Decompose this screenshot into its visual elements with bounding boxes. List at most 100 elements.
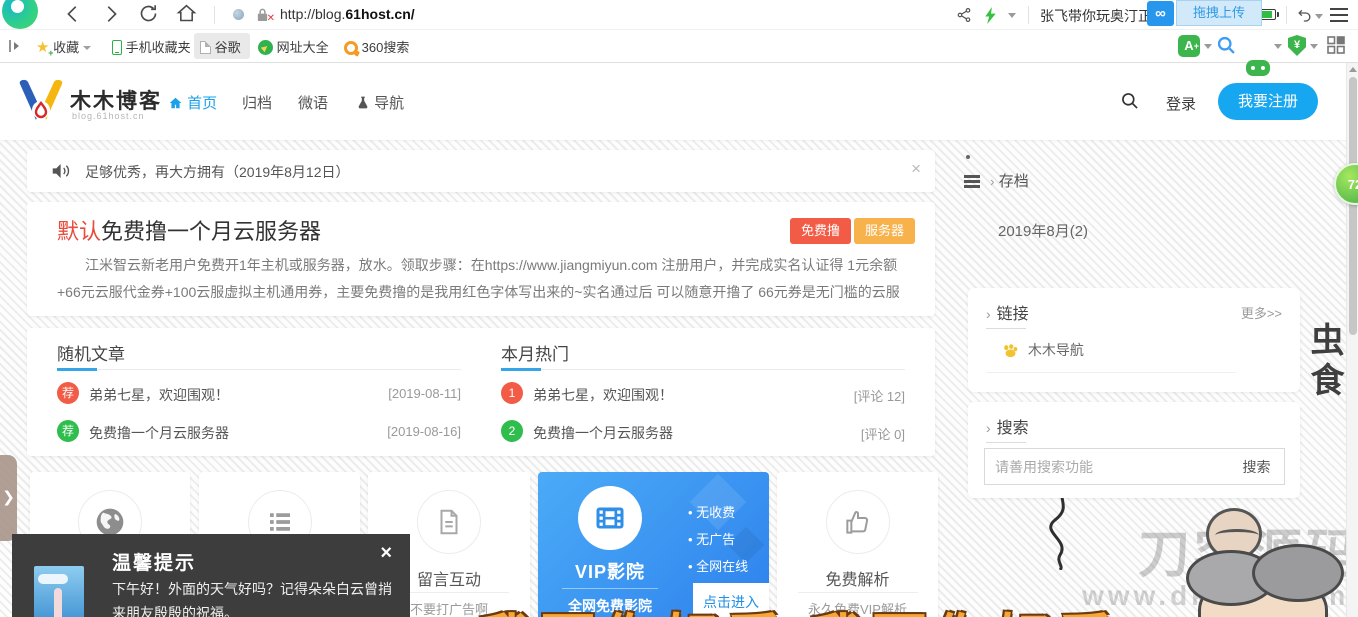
vip-title: VIP影院 (538, 558, 682, 584)
bookmark-favorites[interactable]: ★+ 收藏 (36, 37, 91, 57)
sidebar-bullet (966, 155, 970, 159)
vip-bullet: • 无收费 (688, 502, 735, 521)
scrollbar-thumb[interactable] (1349, 77, 1357, 335)
toolbar-divider (1028, 6, 1029, 24)
chevron-down-icon[interactable] (1008, 13, 1016, 18)
home-browser-icon[interactable] (176, 3, 197, 24)
search-toolbar-icon[interactable] (1216, 35, 1237, 56)
comment-count: [评论 12] (854, 386, 905, 405)
tag-server[interactable]: 服务器 (854, 218, 915, 244)
bookmark-360-search[interactable]: 360搜索 (344, 37, 409, 57)
archive-list-icon (964, 175, 980, 187)
post-date: [2019-08-11] (388, 386, 461, 401)
random-posts-title: 随机文章 (57, 340, 125, 365)
flask-icon (356, 95, 370, 110)
list-item[interactable]: 荐 弟弟七星，欢迎围观！ [2019-08-11] (57, 382, 461, 406)
nav-home[interactable]: 首页 (168, 92, 217, 113)
page-icon (200, 41, 211, 54)
site-favicon-dot[interactable] (233, 9, 244, 20)
toast-title: 温馨提示 (112, 548, 196, 575)
card-title: 免费解析 (777, 566, 938, 590)
site-header: 木木博客 blog.61host.cn 首页 归档 微语 导航 登录 我要注册 (0, 63, 1358, 140)
tag-free[interactable]: 免费撸 (790, 218, 851, 244)
links-widget: ›链接 更多>> 木木导航 (968, 288, 1300, 392)
side-panel-handle[interactable]: ❯ (0, 455, 17, 541)
article-title[interactable]: 默认免费撸一个月云服务器 (57, 214, 321, 246)
close-icon[interactable]: × (911, 159, 921, 179)
article-card: 默认免费撸一个月云服务器 免费撸 服务器 江米智云新老用户免费开1年主机或服务器… (27, 202, 935, 316)
promo-banner-text: 我要你好看 我要你好看 (478, 596, 1120, 617)
bookmarks-bar: ★+ 收藏 手机收藏夹 谷歌 网址大全 360搜索 A+ ¥ (0, 30, 1358, 63)
lightning-icon[interactable] (985, 7, 997, 24)
forward-icon[interactable] (100, 3, 122, 25)
card-divider (798, 592, 918, 593)
recommend-badge: 荐 (57, 382, 79, 404)
search-widget-title: ›搜索 (986, 414, 1029, 438)
undo-dropdown-caret[interactable] (1315, 14, 1323, 19)
bookmark-google[interactable]: 谷歌 (200, 37, 241, 57)
link-item-mumu-nav[interactable]: 木木导航 (1002, 340, 1084, 360)
games-icon[interactable] (1246, 60, 1270, 76)
column-rule (501, 369, 905, 370)
wallet-shield-icon[interactable]: ¥ (1288, 35, 1306, 56)
scrollbar[interactable] (1346, 63, 1358, 617)
paw-icon (1002, 343, 1019, 358)
translate-dropdown-caret[interactable] (1204, 44, 1212, 49)
links-more-link[interactable]: 更多>> (1241, 303, 1282, 322)
share-icon[interactable] (956, 7, 972, 23)
games-dropdown-caret[interactable] (1274, 44, 1282, 49)
close-icon[interactable]: × (380, 542, 392, 565)
expand-sidebar-icon[interactable] (8, 39, 22, 53)
rank-badge: 1 (501, 382, 523, 404)
article-category[interactable]: 默认 (57, 219, 101, 244)
search-button[interactable]: 搜索 (1229, 448, 1285, 485)
film-icon (578, 486, 642, 550)
card-divider (562, 588, 658, 589)
article-excerpt: 江米智云新老用户免费开1年主机或服务器，放水。领取步骤：在https://www… (57, 252, 905, 310)
bookmark-sites[interactable]: 网址大全 (258, 37, 329, 57)
link-divider (986, 372, 1236, 373)
toolbar-divider (214, 6, 215, 24)
list-item[interactable]: 1 弟弟七星，欢迎围观！ [评论 12] (501, 382, 905, 406)
search-input[interactable] (984, 448, 1230, 485)
browser-logo-icon[interactable] (2, 0, 38, 29)
vip-bullet: • 无广告 (688, 529, 735, 548)
hot-posts-title: 本月热门 (501, 340, 569, 365)
apps-grid-icon[interactable] (1326, 35, 1346, 55)
back-icon[interactable] (62, 3, 84, 25)
post-date: [2019-08-16] (387, 424, 461, 439)
toolbar-divider (1286, 6, 1287, 24)
login-link[interactable]: 登录 (1166, 93, 1196, 114)
sidebar-archive-header: › 存档 (964, 170, 1029, 191)
translate-icon[interactable]: A+ (1178, 35, 1200, 57)
site-tagline: blog.61host.cn (72, 111, 145, 121)
list-item[interactable]: 2 免费撸一个月云服务器 [评论 0] (501, 420, 905, 444)
nav-navigation[interactable]: 导航 (356, 92, 404, 113)
comment-count: [评论 0] (861, 424, 905, 443)
register-button[interactable]: 我要注册 (1218, 83, 1318, 120)
bookmark-mobile-folder[interactable]: 手机收藏夹 (112, 37, 191, 57)
nav-archive[interactable]: 归档 (242, 92, 272, 113)
site-search-icon[interactable] (1120, 91, 1140, 111)
list-item[interactable]: 荐 免费撸一个月云服务器 [2019-08-16] (57, 420, 461, 444)
announcement-text: 足够优秀，再大方拥有（2019年8月12日） (85, 162, 350, 182)
toast-message: 下午好！外面的天气好吗？记得朵朵白云曾捎来朋友殷殷的祝福。 (112, 578, 394, 617)
widget-underline (986, 328, 1026, 329)
archive-month-link[interactable]: 2019年8月(2) (998, 220, 1088, 241)
comic-vertical-text: 虫食 (1300, 322, 1349, 402)
thumbs-up-icon (826, 490, 890, 554)
phone-icon (112, 40, 122, 55)
site-logo[interactable] (16, 78, 66, 126)
netdisk-icon[interactable]: ∞ (1147, 1, 1174, 26)
refresh-icon[interactable] (138, 3, 159, 24)
drag-upload-tooltip: 拖拽上传 (1176, 0, 1262, 26)
scrollbar-up-arrow[interactable] (1349, 67, 1357, 72)
column-rule (57, 369, 461, 370)
wallet-dropdown-caret[interactable] (1310, 44, 1318, 49)
nav-microblog[interactable]: 微语 (298, 92, 328, 113)
undo-icon[interactable] (1296, 7, 1313, 23)
menu-icon[interactable] (1330, 8, 1348, 22)
insecure-lock-icon[interactable]: ✕ (256, 7, 270, 23)
address-bar[interactable]: http://blog.61host.cn/ (280, 6, 415, 22)
screen: 刀客源码网 www.dkewl.com 虫食 我要你好看 我要你好看 ✕ htt… (0, 0, 1358, 617)
